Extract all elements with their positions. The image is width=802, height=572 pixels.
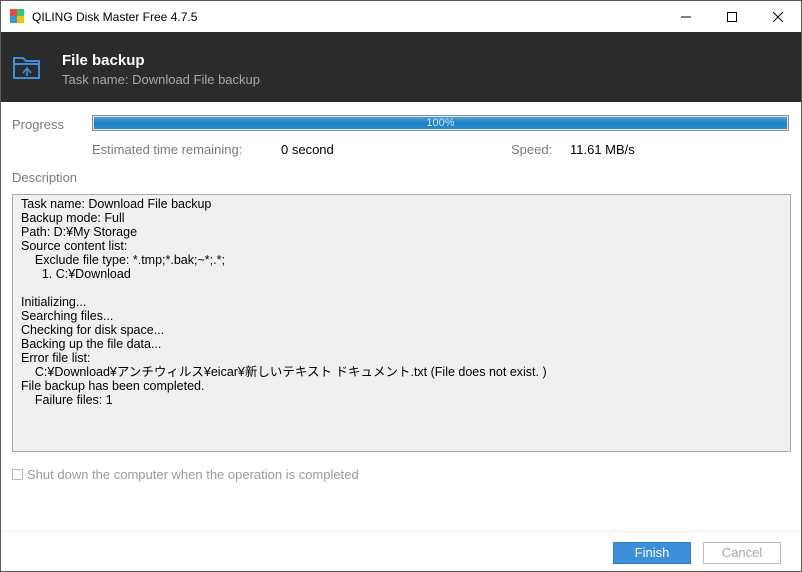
task-header: File backup Task name: Download File bac… bbox=[1, 32, 801, 102]
shutdown-option[interactable]: Shut down the computer when the operatio… bbox=[12, 467, 359, 482]
window-title: QILING Disk Master Free 4.7.5 bbox=[32, 10, 198, 24]
finish-button[interactable]: Finish bbox=[613, 542, 691, 564]
log-line: Backup mode: Full bbox=[21, 211, 125, 225]
progress-label: Progress bbox=[12, 117, 65, 132]
shutdown-label: Shut down the computer when the operatio… bbox=[27, 467, 359, 482]
estimated-time-value: 0 second bbox=[281, 142, 334, 157]
folder-backup-icon bbox=[13, 57, 40, 79]
maximize-button[interactable] bbox=[709, 1, 755, 32]
minimize-icon bbox=[681, 16, 691, 17]
log-line: 1. C:¥Download bbox=[21, 267, 131, 281]
description-label: Description bbox=[12, 170, 78, 185]
description-log[interactable]: Task name: Download File backup Backup mo… bbox=[12, 194, 791, 452]
log-line: Path: D:¥My Storage bbox=[21, 225, 138, 239]
app-logo-icon bbox=[10, 9, 24, 23]
speed-value: 11.61 MB/s bbox=[570, 142, 635, 157]
log-line: Source content list: bbox=[21, 239, 128, 253]
cancel-button[interactable]: Cancel bbox=[703, 542, 781, 564]
log-line: Task name: Download File backup bbox=[21, 197, 212, 211]
speed-label: Speed: bbox=[511, 142, 553, 157]
close-icon bbox=[773, 11, 783, 22]
log-line: Backing up the file data... bbox=[21, 337, 162, 351]
log-line: Initializing... bbox=[21, 295, 87, 309]
log-line: Error file list: bbox=[21, 351, 91, 365]
header-subtitle: Task name: Download File backup bbox=[62, 72, 260, 87]
footer-divider bbox=[1, 531, 801, 532]
log-line: File backup has been completed. bbox=[21, 379, 205, 393]
log-line: Searching files... bbox=[21, 309, 114, 323]
close-button[interactable] bbox=[755, 1, 801, 32]
estimated-time-label: Estimated time remaining: bbox=[92, 142, 243, 157]
title-bar: QILING Disk Master Free 4.7.5 bbox=[1, 1, 801, 32]
progress-bar: 100% bbox=[92, 115, 789, 131]
log-line: C:¥Download¥アンチウィルス¥eicar¥新しいテキスト ドキュメント… bbox=[21, 365, 547, 379]
header-title: File backup bbox=[62, 52, 145, 69]
log-line: Checking for disk space... bbox=[21, 323, 165, 337]
minimize-button[interactable] bbox=[663, 1, 709, 32]
app-window: QILING Disk Master Free 4.7.5 File backu… bbox=[0, 0, 802, 572]
shutdown-checkbox[interactable] bbox=[12, 469, 23, 480]
log-line: Failure files: 1 bbox=[21, 393, 113, 407]
log-line: Exclude file type: *.tmp;*.bak;~*;.*; bbox=[21, 253, 225, 267]
progress-percent: 100% bbox=[426, 117, 455, 129]
maximize-icon bbox=[727, 11, 737, 22]
